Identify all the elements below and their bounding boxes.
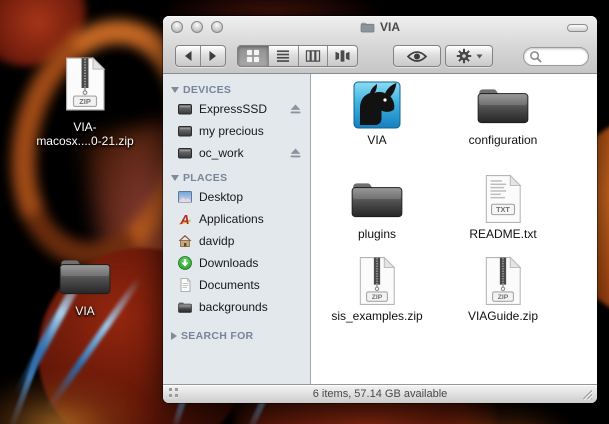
toolbar <box>163 38 597 74</box>
forward-button[interactable] <box>200 46 225 66</box>
file-item-viaguide-zip[interactable]: ZIP VIAGuide.zip <box>441 256 565 323</box>
file-item-configuration[interactable]: configuration <box>441 80 565 147</box>
hard-drive-icon <box>178 104 192 115</box>
finder-window: VIA DEVICES ExpressSSD my precious oc_wo… <box>163 16 597 403</box>
file-label: VIAGuide.zip <box>467 309 539 323</box>
window-chrome: VIA <box>163 16 597 74</box>
caret-down-icon <box>476 54 482 58</box>
gear-icon <box>456 48 471 64</box>
hard-drive-icon <box>178 148 192 159</box>
back-icon <box>185 51 192 61</box>
svg-text:A: A <box>179 212 189 227</box>
file-label: VIA <box>367 133 387 147</box>
window-title: VIA <box>163 16 597 38</box>
view-as-coverflow-button[interactable] <box>327 46 357 66</box>
file-label: README.txt <box>469 227 537 241</box>
folder-icon <box>477 89 529 124</box>
icon-view: VIA configuration plugins TXT README.txt… <box>312 74 597 384</box>
folder-icon <box>59 260 111 295</box>
search-input[interactable] <box>545 50 587 63</box>
search-field[interactable] <box>523 47 589 66</box>
folder-icon <box>178 302 192 313</box>
sidebar-section-devices[interactable]: DEVICES <box>163 82 310 98</box>
home-icon <box>178 235 192 247</box>
sidebar-item-downloads[interactable]: Downloads <box>163 252 310 274</box>
file-item-sis-examples-zip[interactable]: ZIP sis_examples.zip <box>315 256 439 323</box>
applications-icon: A <box>179 212 192 227</box>
list-view-icon <box>277 50 290 62</box>
view-switcher <box>237 45 358 67</box>
sidebar-item-davidp[interactable]: davidp <box>163 230 310 252</box>
minimize-button[interactable] <box>191 21 203 33</box>
view-as-icons-button[interactable] <box>238 46 268 66</box>
folder-icon <box>351 183 403 218</box>
eject-icon <box>290 104 301 114</box>
via-app-icon <box>353 81 401 129</box>
disclosure-open-icon[interactable] <box>171 87 179 93</box>
sidebar: DEVICES ExpressSSD my precious oc_work P… <box>163 74 311 384</box>
view-as-columns-button[interactable] <box>297 46 328 66</box>
sidebar-section-places[interactable]: PLACES <box>163 170 310 186</box>
file-label: sis_examples.zip <box>331 309 423 323</box>
close-button[interactable] <box>171 21 183 33</box>
toolbar-toggle-button[interactable] <box>567 24 588 32</box>
file-item-via-app[interactable]: VIA <box>315 80 439 147</box>
sidebar-section-search-for[interactable]: SEARCH FOR <box>163 328 310 344</box>
search-icon <box>530 51 542 63</box>
sidebar-resize-grip[interactable] <box>169 388 182 399</box>
file-item-readme-txt[interactable]: TXT README.txt <box>441 174 565 241</box>
window-content: DEVICES ExpressSSD my precious oc_work P… <box>163 74 597 384</box>
file-label: configuration <box>468 133 538 147</box>
back-button[interactable] <box>176 46 200 66</box>
sidebar-item-backgrounds[interactable]: backgrounds <box>163 296 310 318</box>
file-label: plugins <box>357 227 397 241</box>
eject-icon <box>290 148 301 158</box>
text-file-icon: TXT <box>485 174 522 223</box>
downloads-icon <box>178 256 192 270</box>
disclosure-closed-icon[interactable] <box>171 332 177 340</box>
sidebar-item-documents[interactable]: Documents <box>163 274 310 296</box>
eye-icon <box>406 50 428 62</box>
zip-badge-text: ZIP <box>79 97 91 106</box>
zip-file-icon: ZIP <box>359 256 396 305</box>
status-bar: 6 items, 57.14 GB available <box>163 384 597 403</box>
title-bar[interactable]: VIA <box>163 16 597 38</box>
view-as-list-button[interactable] <box>267 46 298 66</box>
file-item-plugins[interactable]: plugins <box>315 174 439 241</box>
eject-button[interactable] <box>289 147 302 159</box>
window-title-text: VIA <box>379 20 400 34</box>
sidebar-item-my-precious[interactable]: my precious <box>163 120 310 142</box>
zip-file-icon: ZIP <box>66 56 106 111</box>
zoom-button[interactable] <box>211 21 223 33</box>
proxy-folder-icon <box>360 22 375 33</box>
column-view-icon <box>305 50 321 62</box>
sidebar-item-expressssd[interactable]: ExpressSSD <box>163 98 310 120</box>
zip-badge-text: ZIP <box>372 294 383 301</box>
desktop-icon-via-folder[interactable]: VIA <box>10 256 160 318</box>
desktop-icon-via-zip[interactable]: ZIP VIA- macosx....0-21.zip <box>10 56 160 148</box>
hard-drive-icon <box>178 126 192 137</box>
desktop-picture-icon <box>178 191 192 203</box>
sidebar-item-oc-work[interactable]: oc_work <box>163 142 310 164</box>
status-text: 6 items, 57.14 GB available <box>312 388 448 400</box>
forward-icon <box>209 51 217 61</box>
desktop-icon-label: VIA- macosx....0-21.zip <box>36 120 134 148</box>
disclosure-open-icon[interactable] <box>171 175 179 181</box>
coverflow-view-icon <box>335 50 350 62</box>
document-icon <box>180 277 191 292</box>
desktop-icon-label: VIA <box>75 304 95 318</box>
icon-view-icon <box>246 49 259 63</box>
zip-file-icon: ZIP <box>485 256 522 305</box>
eject-button[interactable] <box>289 103 302 115</box>
desktop: ZIP VIA- macosx....0-21.zip VIA VIA DEVI… <box>0 0 609 424</box>
action-menu-button[interactable] <box>445 45 493 67</box>
txt-badge-text: TXT <box>496 205 510 214</box>
window-resize-grip[interactable] <box>581 388 594 401</box>
nav-buttons <box>175 45 226 67</box>
sidebar-item-desktop[interactable]: Desktop <box>163 186 310 208</box>
quick-look-button[interactable] <box>393 45 441 67</box>
sidebar-item-applications[interactable]: A Applications <box>163 208 310 230</box>
zip-badge-text: ZIP <box>498 294 509 301</box>
wallpaper-orange-glow <box>0 372 154 424</box>
